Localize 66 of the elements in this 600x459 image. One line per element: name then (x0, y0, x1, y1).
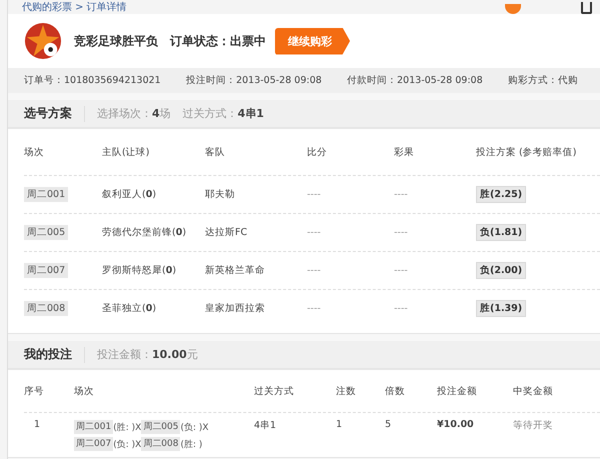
lottery-logo-icon (24, 22, 62, 60)
column-header: 倍数 (385, 384, 406, 398)
home-team-cell-text: 圣菲独立(0) (102, 302, 158, 315)
home-team-cell-text: 叙利亚人(0) (102, 188, 158, 201)
column-header: 中奖金额 (513, 384, 554, 398)
bet-option-tag: 胜(1.39) (476, 300, 526, 317)
pick-text: (胜: )X (113, 422, 142, 434)
away-team-cell-text: 耶夫勒 (205, 188, 236, 201)
column-header: 投注金额 (437, 384, 478, 398)
match-tag: 周二005 (141, 420, 180, 434)
match-tag: 周二007 (74, 437, 114, 451)
summary-text: 过关方式：4串1 (182, 106, 264, 121)
pick-text: (胜: ) (180, 438, 202, 451)
away-team-cell-text: 新英格兰革命 (205, 264, 266, 277)
match-tag: 周二001 (24, 187, 68, 202)
prize-cell-text: 等待开奖 (513, 419, 554, 432)
status-value: 出票中 (230, 32, 266, 50)
column-header: 场次 (74, 384, 95, 398)
pick-text: (负: )X (113, 438, 142, 451)
index-cell-text: 1 (33, 419, 42, 430)
result-cell-text: ---- (394, 303, 409, 314)
column-header: 投注方案 (参考赔率值) (476, 146, 578, 158)
column-header: 过关方式 (254, 384, 295, 398)
match-tag: 周二007 (24, 263, 68, 278)
result-cell-text: ---- (394, 227, 409, 238)
summary-text: 选择场次：4场 (97, 106, 171, 121)
order-info-text: 订单号：1018035694213021 (24, 74, 161, 87)
match-tag: 周二005 (24, 225, 68, 240)
order-info-text: 付款时间：2013-05-28 09:08 (347, 74, 483, 87)
status-label: 订单状态： (170, 32, 230, 50)
score-cell-text: ---- (307, 265, 322, 276)
summary-text: 投注金额：10.00元 (97, 347, 198, 362)
bet-option-tag: 负(2.00) (476, 262, 526, 279)
bet-option-tag: 胜(2.25) (476, 186, 526, 203)
section-title: 选号方案 (24, 105, 72, 122)
column-header: 彩果 (394, 146, 415, 158)
column-header: 注数 (336, 384, 357, 398)
breadcrumb-link[interactable]: 代购的彩票 > 订单详情 (22, 2, 127, 14)
match-tag: 周二008 (24, 301, 68, 316)
home-team-cell-text: 劳德代尔堡前锋(0) (102, 226, 188, 239)
count-cell-text: 1 (336, 419, 344, 430)
match-tag: 周二008 (141, 437, 180, 451)
multiple-cell-text: 5 (385, 419, 392, 430)
lottery-title: 竞彩足球胜平负 (74, 32, 158, 50)
column-header: 主队(让球) (102, 146, 150, 158)
home-team-cell-text: 罗彻斯特怒犀(0) (102, 264, 178, 277)
result-cell-text: ---- (394, 265, 409, 276)
pass-type-cell-text: 4串1 (254, 419, 278, 432)
result-cell-text: ---- (394, 189, 409, 200)
order-info-text: 购彩方式：代购 (508, 74, 578, 87)
match-tag: 周二001 (74, 420, 114, 434)
section-title: 我的投注 (24, 346, 72, 363)
score-cell-text: ---- (307, 189, 322, 200)
away-team-cell-text: 达拉斯FC (205, 226, 248, 239)
away-team-cell-text: 皇家加西拉索 (205, 302, 266, 315)
column-header: 序号 (24, 384, 45, 398)
column-header: 比分 (307, 146, 328, 158)
continue-buy-button[interactable]: 继续购彩 (275, 28, 350, 54)
amount-cell-text: ¥10.00 (437, 419, 475, 430)
score-cell-text: ---- (307, 227, 322, 238)
column-header: 客队 (205, 146, 226, 158)
score-cell-text: ---- (307, 303, 322, 314)
order-info-text: 投注时间：2013-05-28 09:08 (186, 74, 322, 87)
column-header: 场次 (24, 146, 45, 158)
bet-option-tag: 负(1.81) (476, 224, 526, 241)
pick-text: (负: )X (180, 422, 209, 434)
